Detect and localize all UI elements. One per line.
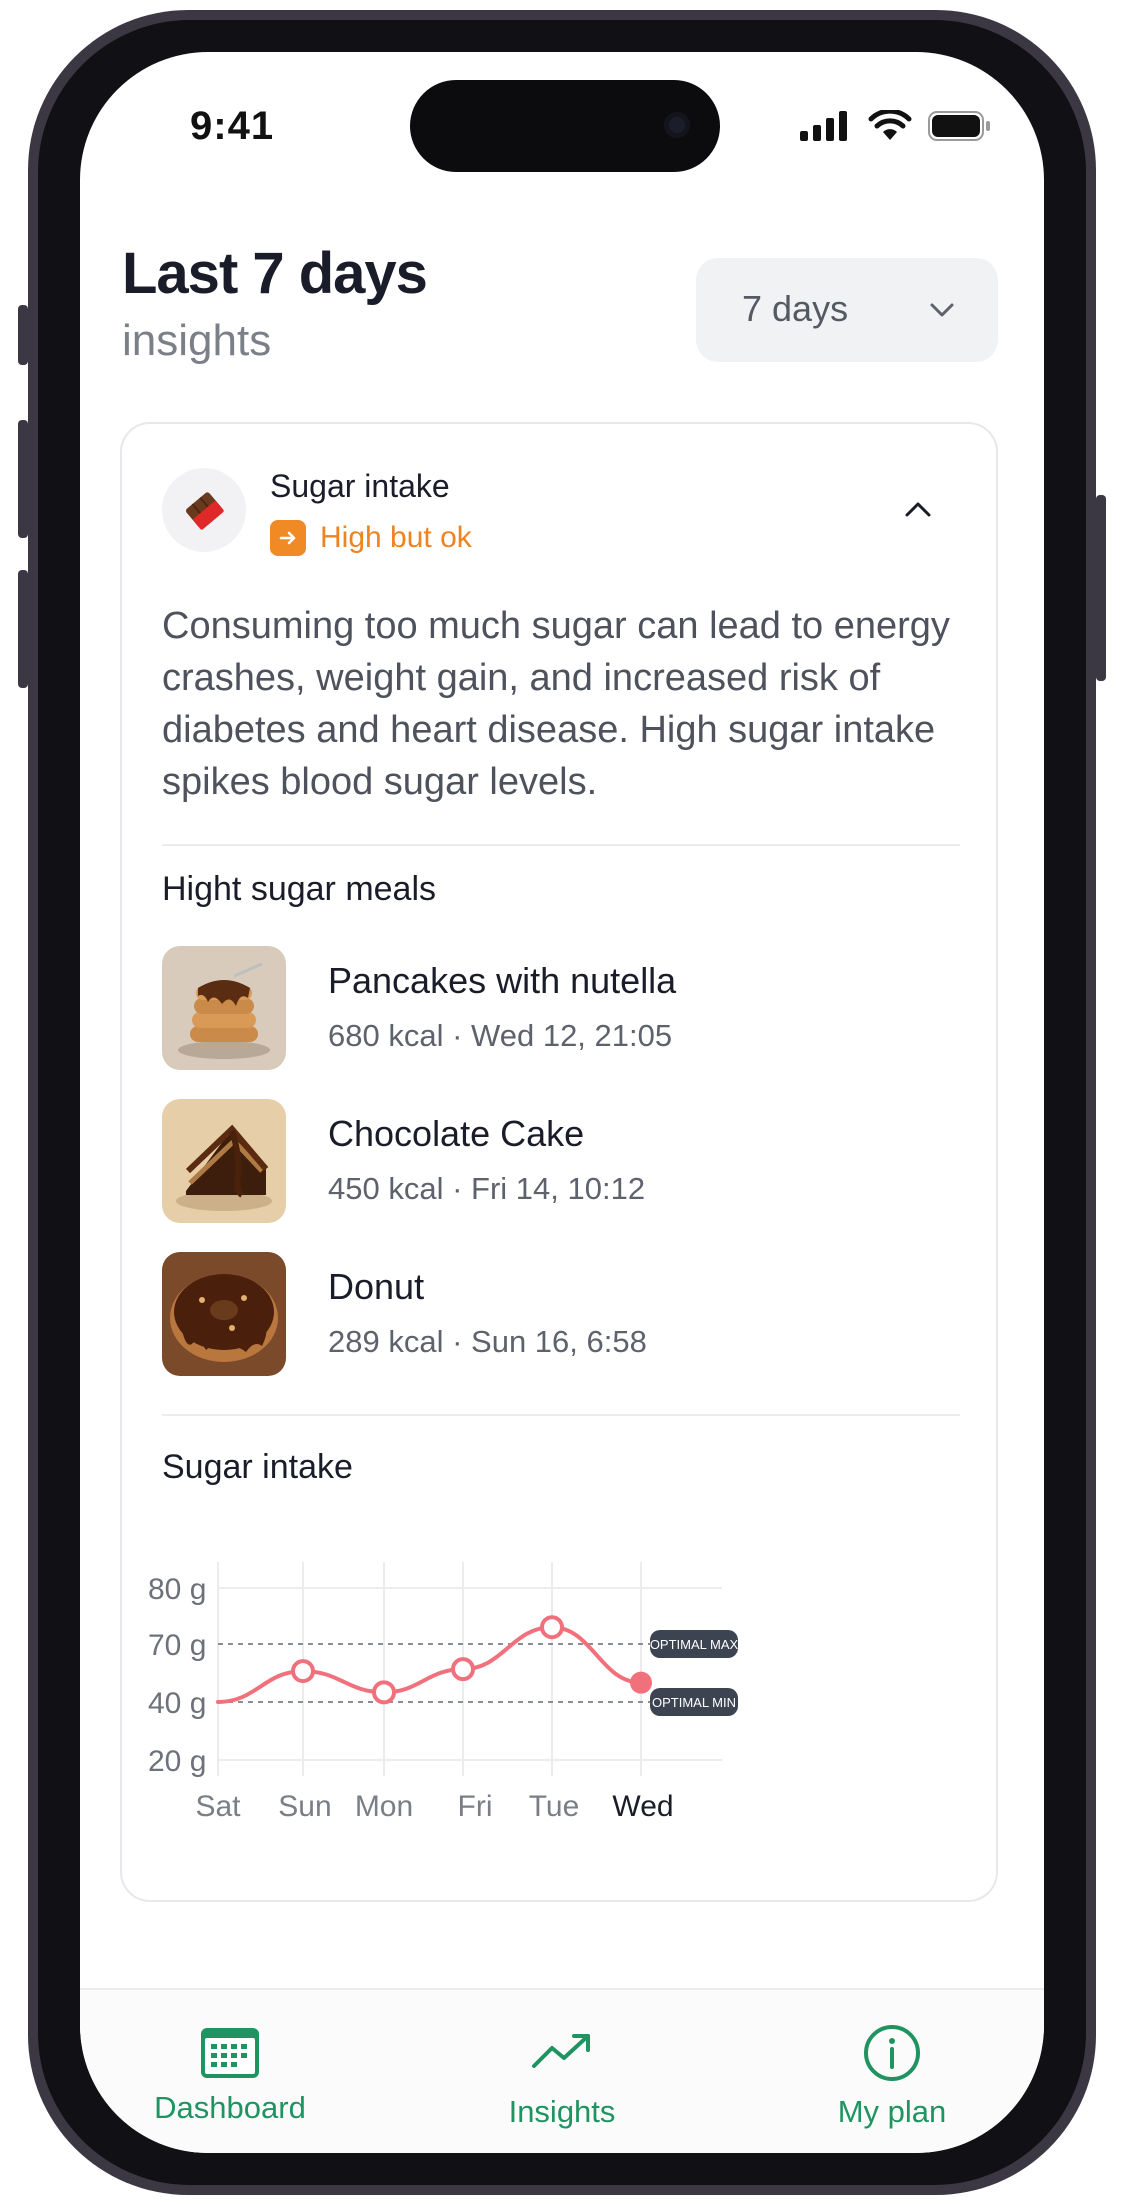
chocolate-icon	[162, 468, 246, 552]
period-dropdown-value: 7 days	[742, 288, 849, 329]
data-point	[451, 1657, 475, 1682]
camera-icon	[664, 112, 690, 138]
meal-kcal: 450 kcal	[328, 1171, 444, 1206]
meal-name: Pancakes with nutella	[328, 960, 677, 1001]
donut-image	[162, 1252, 286, 1376]
page-subtitle: insights	[122, 316, 272, 365]
card-description: Consuming too much sugar can lead to ene…	[162, 605, 950, 803]
sugar-intake-chart: 80 g 70 g 40 g 20 g OPTIMAL MAX OPTIMAL MIN Sa…	[148, 1562, 739, 1823]
y-tick-label: 80 g	[148, 1573, 206, 1606]
page-title: Last 7 days	[122, 241, 428, 306]
tab-my-plan[interactable]: My plan	[742, 1990, 1042, 2150]
tab-dashboard-label: Dashboard	[154, 2090, 306, 2125]
wifi-icon	[868, 110, 912, 140]
separator-dot: ·	[452, 1171, 472, 1206]
x-tick-label: Fri	[458, 1790, 493, 1823]
meal-time: Sun 16, 6:58	[471, 1324, 647, 1359]
chart-title: Sugar intake	[162, 1448, 353, 1486]
status-time: 9:41	[190, 104, 275, 148]
sugar-intake-card: Sugar intake High but ok Consuming too m…	[120, 422, 998, 1902]
meal-name: Donut	[328, 1266, 425, 1307]
chocolate-cake-image	[162, 1099, 286, 1223]
y-tick-label: 70 g	[148, 1629, 206, 1662]
data-point-highlighted	[630, 1671, 652, 1694]
meal-time: Wed 12, 21:05	[471, 1018, 673, 1053]
meal-kcal: 289 kcal	[328, 1324, 444, 1359]
status-icons	[800, 110, 992, 142]
battery-icon	[928, 111, 990, 141]
meal-meta: 289 kcal · Sun 16, 6:58	[328, 1324, 647, 1360]
separator-dot: ·	[452, 1324, 472, 1359]
x-tick-label: Mon	[355, 1790, 413, 1823]
meals-section-title: Hight sugar meals	[162, 870, 437, 908]
meal-name: Chocolate Cake	[328, 1113, 585, 1154]
volume-down-button	[18, 570, 28, 688]
y-tick-label: 20 g	[148, 1745, 206, 1778]
volume-up-button	[18, 420, 28, 538]
y-tick-label: 40 g	[148, 1687, 206, 1720]
data-point	[291, 1659, 315, 1684]
period-dropdown[interactable]: 7 days	[696, 258, 998, 362]
meal-meta: 680 kcal · Wed 12, 21:05	[328, 1018, 672, 1054]
pancakes-image	[162, 946, 286, 1070]
meal-kcal: 680 kcal	[328, 1018, 444, 1053]
meal-item[interactable]: Donut 289 kcal · Sun 16, 6:58	[162, 1252, 962, 1376]
bottom-tab-bar: Dashboard Insights My plan	[80, 1988, 1044, 2153]
x-tick-label: Tue	[529, 1790, 580, 1823]
cellular-signal-icon	[800, 111, 847, 141]
chevron-up-icon[interactable]	[900, 492, 936, 528]
data-point	[540, 1615, 564, 1640]
chevron-down-icon	[930, 303, 954, 317]
divider	[162, 1414, 960, 1416]
action-button	[18, 305, 28, 365]
status-badge: High but ok	[270, 520, 472, 556]
arrow-right-icon	[270, 520, 306, 556]
x-tick-label: Sun	[278, 1790, 331, 1823]
tab-dashboard[interactable]: Dashboard	[80, 1990, 380, 2150]
reference-line-label: OPTIMAL MAX	[650, 1637, 739, 1652]
meal-meta: 450 kcal · Fri 14, 10:12	[328, 1171, 645, 1207]
separator-dot: ·	[452, 1018, 472, 1053]
dynamic-island	[410, 80, 720, 172]
app-screen: 9:41 Last 7 days insights 7 days Sugar i…	[80, 52, 1044, 2153]
x-tick-label: Sat	[195, 1790, 241, 1823]
series-line	[216, 1625, 643, 1704]
trending-up-icon	[532, 2034, 590, 2068]
x-tick-label: Wed	[612, 1790, 673, 1823]
tab-my-plan-label: My plan	[837, 2094, 947, 2129]
reference-line-label: OPTIMAL MIN	[652, 1695, 736, 1710]
meal-item[interactable]: Pancakes with nutella 680 kcal · Wed 12,…	[162, 946, 962, 1070]
meal-item[interactable]: Chocolate Cake 450 kcal · Fri 14, 10:12	[162, 1099, 962, 1223]
status-badge-label: High but ok	[320, 521, 472, 554]
divider	[162, 844, 960, 846]
card-title: Sugar intake	[270, 468, 450, 504]
tab-insights[interactable]: Insights	[412, 1990, 712, 2150]
data-point	[372, 1680, 396, 1705]
power-button	[1096, 495, 1106, 681]
tab-insights-label: Insights	[508, 2094, 616, 2129]
info-icon	[864, 2025, 920, 2081]
meal-time: Fri 14, 10:12	[471, 1171, 646, 1206]
calendar-icon	[201, 2028, 259, 2078]
